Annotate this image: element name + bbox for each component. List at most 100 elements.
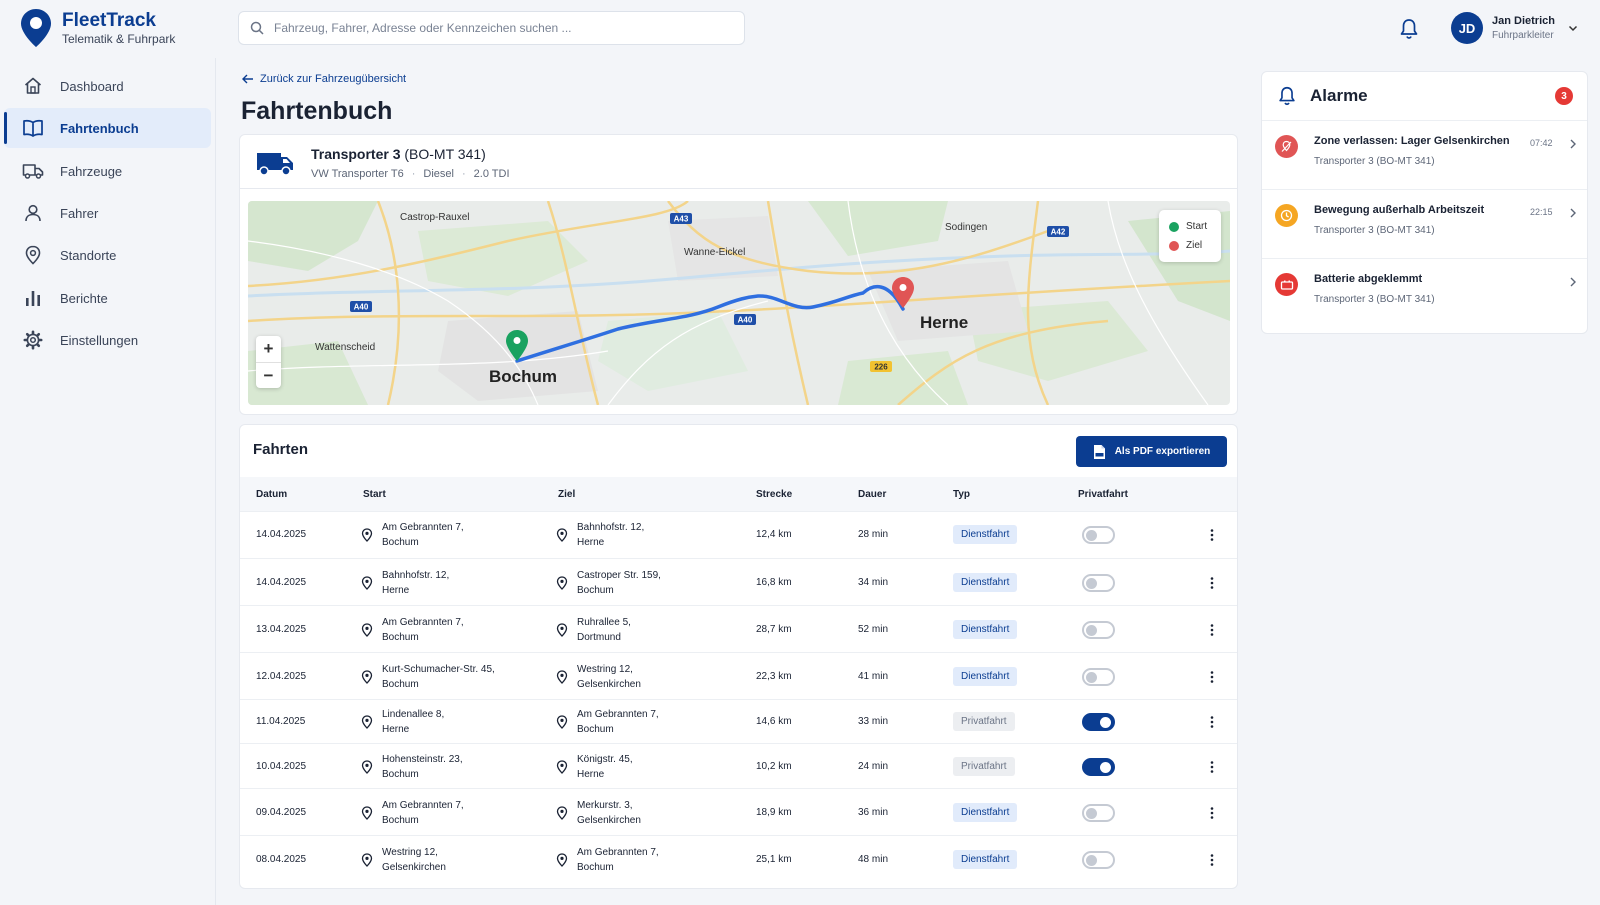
user-role: Fuhrparkleiter [1492, 29, 1554, 41]
cell-datum: 09.04.2025 [256, 806, 307, 818]
more-options-icon[interactable] [1205, 806, 1219, 820]
user-menu[interactable]: JD Jan Dietrich Fuhrparkleiter [1451, 12, 1579, 44]
location-pin-icon [556, 528, 568, 542]
legend-end-label: Ziel [1186, 240, 1203, 251]
sidebar-item-fahrer[interactable]: Fahrer [4, 193, 211, 233]
alarm-item[interactable]: Batterie abgeklemmt Transporter 3 (BO-MT … [1262, 258, 1587, 327]
sidebar-item-standorte[interactable]: Standorte [4, 235, 211, 275]
table-row[interactable]: 14.04.2025 Bahnhofstr. 12, Herne Castroper … [240, 558, 1237, 605]
column-header-start[interactable]: Start [363, 489, 386, 500]
svg-text:A40: A40 [354, 303, 369, 312]
cell-ziel: Merkurstr. 3, Gelsenkirchen [556, 798, 641, 828]
sidebar-item-label: Einstellungen [60, 332, 139, 348]
more-options-icon[interactable] [1205, 528, 1219, 542]
notifications-bell-icon[interactable] [1397, 17, 1421, 41]
table-row[interactable]: 12.04.2025 Kurt-Schumacher-Str. 45, Bochum… [240, 652, 1237, 699]
export-pdf-button[interactable]: Als PDF exportieren [1076, 436, 1227, 467]
svg-text:A43: A43 [674, 215, 689, 224]
legend-start-dot [1169, 221, 1179, 232]
clock-icon [1275, 204, 1298, 227]
private-trip-toggle[interactable] [1082, 620, 1115, 639]
map-label-castrop: Castrop-Rauxel [400, 212, 469, 223]
home-icon [22, 75, 44, 97]
cell-strecke: 16,8 km [756, 576, 792, 588]
cell-dauer: 52 min [858, 623, 889, 635]
sidebar-item-fahrtenbuch[interactable]: Fahrtenbuch [4, 108, 211, 148]
sidebar-item-berichte[interactable]: Berichte [4, 278, 211, 318]
app-logo[interactable]: FleetTrack Telematik & Fuhrpark [20, 8, 175, 48]
more-options-icon[interactable] [1205, 760, 1219, 774]
table-row[interactable]: 13.04.2025 Am Gebrannten 7, Bochum Ruhralle… [240, 605, 1237, 652]
svg-text:A42: A42 [1051, 228, 1066, 237]
column-header-dauer[interactable]: Dauer [858, 489, 886, 500]
trip-type-badge: Dienstfahrt [953, 666, 1018, 686]
private-trip-toggle[interactable] [1082, 573, 1115, 592]
alarm-bell-icon [1279, 86, 1295, 106]
private-trip-toggle[interactable] [1082, 713, 1115, 731]
zoom-out-button[interactable]: − [256, 362, 281, 388]
more-options-icon[interactable] [1205, 853, 1219, 867]
column-header-strecke[interactable]: Strecke [756, 489, 792, 500]
alarms-panel: Alarme 3 Zone verlassen: Lager Gelsenkir… [1261, 71, 1588, 334]
chevron-right-icon [1570, 208, 1576, 218]
column-header-typ[interactable]: Typ [953, 489, 970, 500]
location-pin-icon [361, 669, 373, 684]
road-shield-a42: A42 [1047, 226, 1069, 237]
private-trip-toggle[interactable] [1082, 850, 1115, 869]
route-map[interactable]: A43 A42 A40 A40 226 Castrop-Rauxel Wanne… [248, 201, 1230, 405]
more-options-icon[interactable] [1205, 715, 1219, 729]
sidebar-item-label: Fahrer [60, 205, 99, 221]
private-trip-toggle[interactable] [1082, 667, 1115, 686]
sidebar-item-label: Standorte [60, 247, 117, 263]
alarm-title: Zone verlassen: Lager Gelsenkirchen [1314, 135, 1510, 147]
cell-start: Am Gebrannten 7, Bochum [361, 615, 464, 645]
logo-pin-icon [21, 9, 51, 47]
more-options-icon[interactable] [1205, 623, 1219, 637]
alarm-item[interactable]: Bewegung außerhalb Arbeitszeit Transporte… [1262, 189, 1587, 258]
location-pin-icon [361, 622, 373, 637]
map-label-wattenscheid: Wattenscheid [315, 342, 375, 353]
cell-datum: 12.04.2025 [256, 670, 307, 682]
cell-datum: 11.04.2025 [256, 716, 306, 727]
location-pin-icon [556, 805, 568, 820]
search-bar[interactable] [238, 11, 745, 45]
export-pdf-label: Als PDF exportieren [1114, 446, 1211, 457]
sidebar-item-dashboard[interactable]: Dashboard [4, 66, 211, 106]
table-row[interactable]: 08.04.2025 Westring 12, Gelsenkirchen Am Ge… [240, 835, 1237, 882]
cell-start: Kurt-Schumacher-Str. 45, Bochum [361, 662, 495, 692]
cell-strecke: 25,1 km [756, 853, 792, 865]
app-subtitle: Telematik & Fuhrpark [62, 31, 176, 46]
more-options-icon[interactable] [1205, 670, 1219, 684]
sidebar-item-einstellungen[interactable]: Einstellungen [4, 320, 211, 360]
road-shield-a40-mid: A40 [734, 314, 756, 325]
table-row[interactable]: 11.04.2025 Lindenallee 8, Herne Am Gebrannt… [240, 699, 1237, 743]
location-pin-icon [556, 852, 568, 867]
table-row[interactable]: 10.04.2025 Hohensteinstr. 23, Bochum Königs… [240, 743, 1237, 788]
trip-type-badge: Privatfahrt [953, 756, 1015, 776]
cell-strecke: 18,9 km [756, 806, 792, 818]
more-options-icon[interactable] [1205, 576, 1219, 590]
alarms-count-badge: 3 [1555, 87, 1573, 105]
table-row[interactable]: 09.04.2025 Am Gebrannten 7, Bochum Merkurst… [240, 788, 1237, 835]
map-label-wanne: Wanne-Eickel [684, 247, 745, 258]
cell-datum: 14.04.2025 [256, 576, 307, 588]
sidebar-item-label: Berichte [60, 290, 108, 306]
table-row[interactable]: 14.04.2025 Am Gebrannten 7, Bochum Bahnhofs… [240, 511, 1237, 557]
user-name: Jan Dietrich [1492, 14, 1555, 27]
back-link[interactable]: Zurück zur Fahrzeugübersicht [242, 73, 406, 85]
private-trip-toggle[interactable] [1082, 803, 1115, 822]
column-header-ziel[interactable]: Ziel [558, 489, 575, 500]
location-pin-icon [556, 575, 568, 590]
search-input[interactable] [274, 21, 714, 35]
private-trip-toggle[interactable] [1082, 526, 1115, 544]
sidebar-item-fahrzeuge[interactable]: Fahrzeuge [4, 151, 211, 191]
column-header-datum[interactable]: Datum [256, 489, 287, 500]
trip-type-badge: Dienstfahrt [953, 525, 1018, 544]
zoom-in-button[interactable]: + [256, 336, 281, 362]
alarm-item[interactable]: Zone verlassen: Lager Gelsenkirchen Trans… [1262, 120, 1587, 189]
cell-strecke: 10,2 km [756, 760, 792, 772]
column-header-privatfahrt[interactable]: Privatfahrt [1078, 489, 1128, 500]
private-trip-toggle[interactable] [1082, 757, 1115, 776]
trips-title: Fahrten [253, 441, 309, 458]
location-pin-icon [361, 759, 373, 774]
